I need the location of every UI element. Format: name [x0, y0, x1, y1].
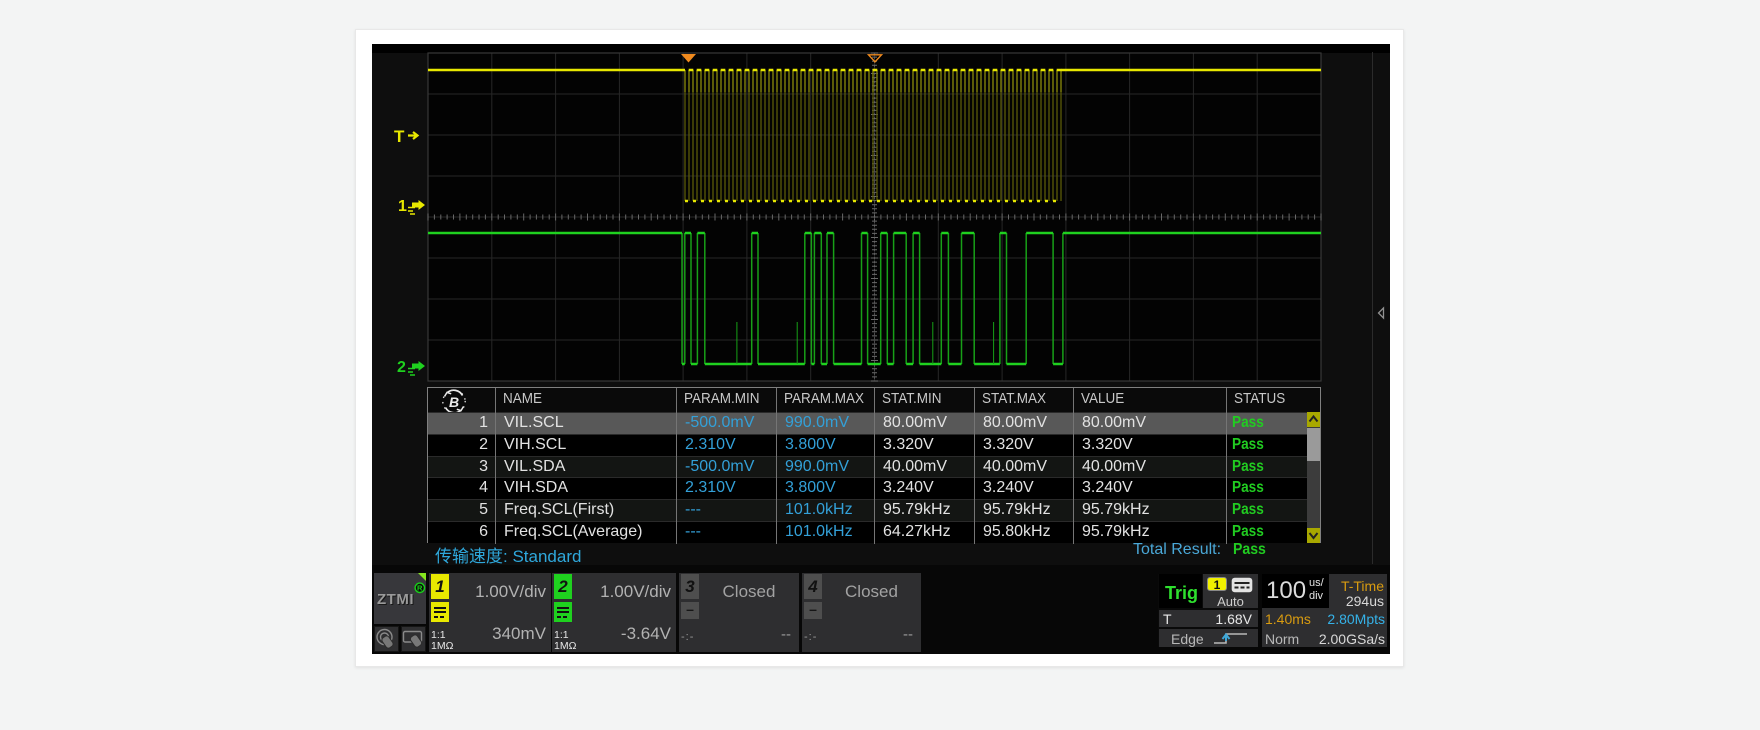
svg-text:2: 2 [397, 359, 406, 376]
svg-text:B: B [449, 394, 459, 410]
svg-text:T: T [394, 127, 405, 146]
svg-text:R: R [417, 584, 423, 593]
svg-text:1: 1 [398, 198, 407, 215]
